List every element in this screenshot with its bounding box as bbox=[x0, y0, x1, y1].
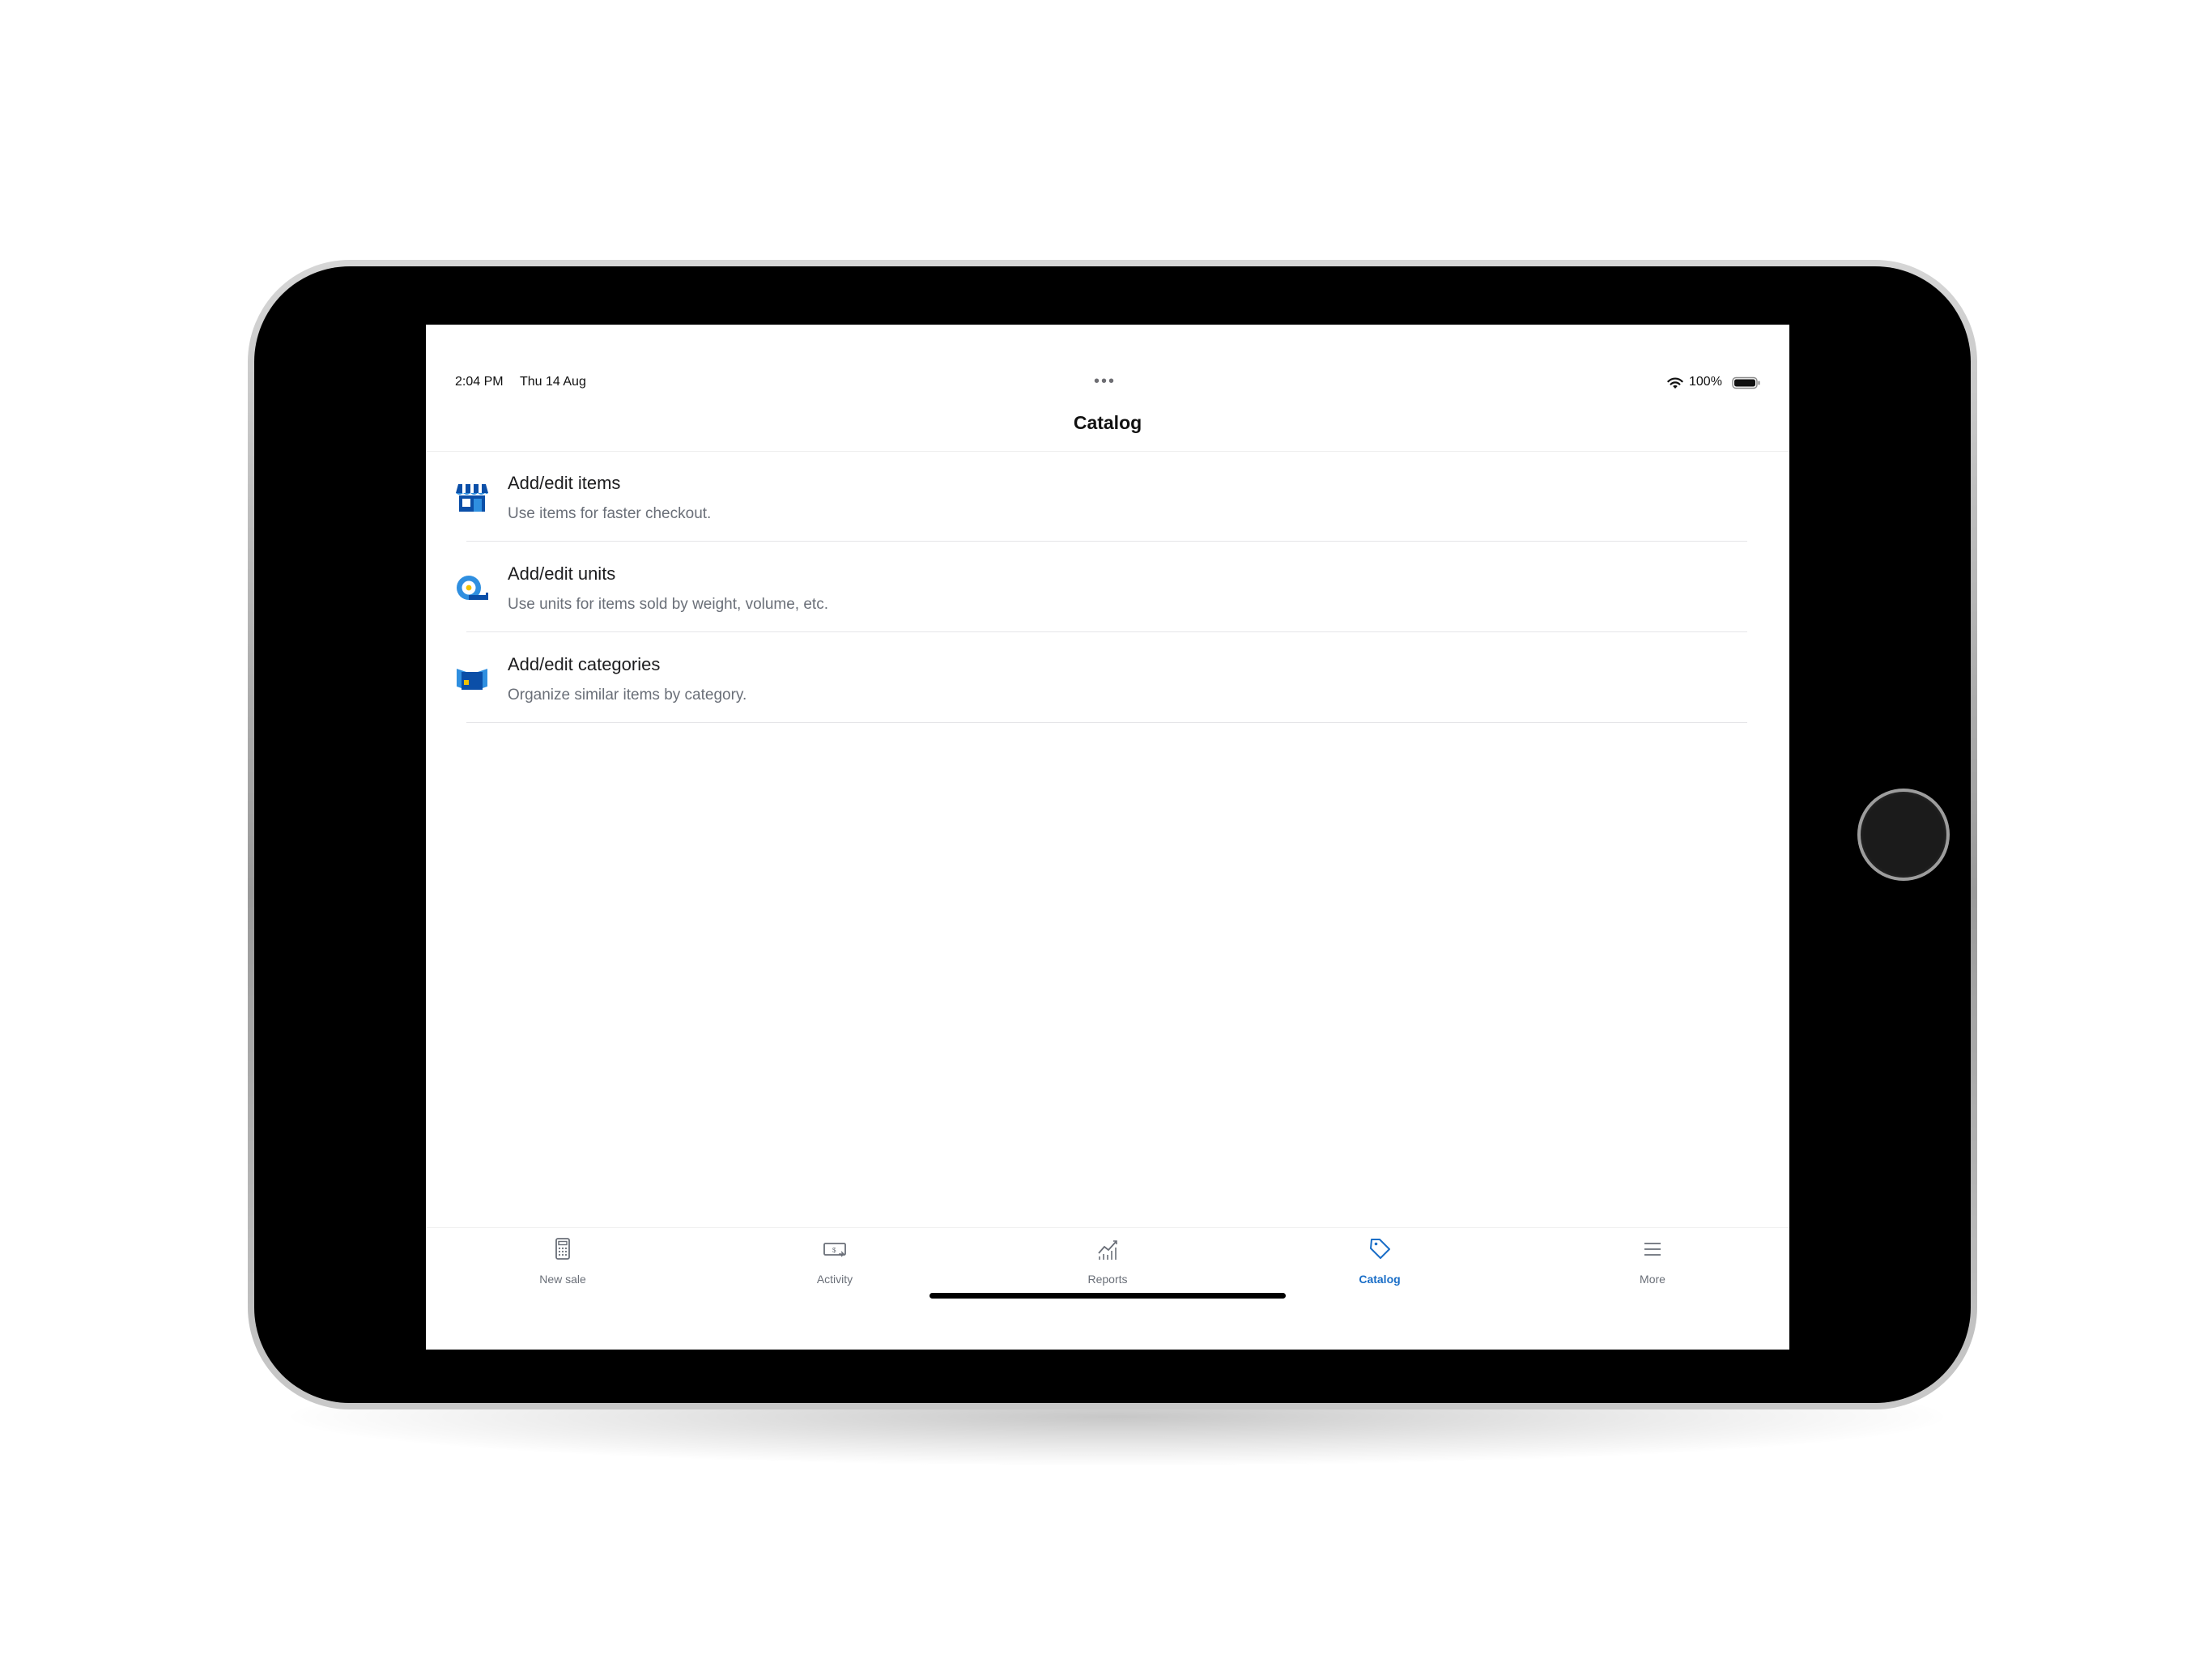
catalog-row-units[interactable]: Add/edit units Use units for items sold … bbox=[426, 542, 1789, 633]
row-subtitle: Use items for faster checkout. bbox=[508, 505, 712, 522]
multitasking-dots-icon[interactable]: ••• bbox=[1094, 373, 1116, 389]
tab-label: Catalog bbox=[1359, 1273, 1401, 1286]
open-box-icon bbox=[457, 669, 487, 690]
tab-activity[interactable]: $ Activity bbox=[754, 1237, 916, 1289]
receipt-icon: $ bbox=[823, 1243, 846, 1257]
catalog-row-items[interactable]: Add/edit items Use items for faster chec… bbox=[426, 452, 1789, 542]
tab-label: New sale bbox=[539, 1273, 586, 1286]
row-title: Add/edit units bbox=[508, 563, 616, 584]
catalog-row-categories[interactable]: Add/edit categories Organize similar ite… bbox=[426, 633, 1789, 724]
app-screen: 2:04 PM Thu 14 Aug ••• 100% Catalog Add/… bbox=[426, 325, 1789, 1350]
svg-text:$: $ bbox=[832, 1247, 836, 1254]
status-date: Thu 14 Aug bbox=[520, 375, 586, 389]
line-chart-icon bbox=[1098, 1240, 1117, 1260]
tab-label: Activity bbox=[816, 1273, 853, 1286]
menu-icon bbox=[1644, 1243, 1661, 1256]
battery-icon bbox=[1732, 376, 1760, 389]
row-title: Add/edit categories bbox=[508, 654, 661, 674]
tab-label: Reports bbox=[1087, 1273, 1128, 1286]
row-divider bbox=[466, 541, 1747, 542]
tape-measure-icon bbox=[457, 576, 488, 600]
home-button[interactable] bbox=[1861, 792, 1946, 878]
battery-percent: 100% bbox=[1689, 375, 1722, 389]
row-subtitle: Organize similar items by category. bbox=[508, 687, 747, 704]
status-bar: 2:04 PM Thu 14 Aug ••• 100% bbox=[426, 325, 1789, 389]
tab-bar: New sale $ Activity Reports Catalog More bbox=[426, 1227, 1789, 1350]
tag-icon bbox=[1370, 1239, 1390, 1259]
home-indicator[interactable] bbox=[929, 1293, 1286, 1299]
tab-catalog[interactable]: Catalog bbox=[1299, 1237, 1461, 1289]
tab-bar-divider bbox=[426, 1227, 1789, 1228]
row-title: Add/edit items bbox=[508, 473, 621, 493]
calculator-icon bbox=[555, 1238, 570, 1260]
row-divider bbox=[466, 631, 1747, 632]
row-subtitle: Use units for items sold by weight, volu… bbox=[508, 596, 828, 613]
tab-new-sale[interactable]: New sale bbox=[482, 1237, 644, 1289]
tab-reports[interactable]: Reports bbox=[1027, 1237, 1189, 1289]
status-time: 2:04 PM bbox=[455, 375, 504, 389]
wifi-icon bbox=[1667, 377, 1683, 389]
row-divider bbox=[466, 722, 1747, 723]
tab-more[interactable]: More bbox=[1572, 1237, 1733, 1289]
storefront-icon bbox=[456, 484, 488, 512]
page-title: Catalog bbox=[1073, 412, 1142, 433]
tab-label: More bbox=[1640, 1273, 1665, 1286]
stage: 2:04 PM Thu 14 Aug ••• 100% Catalog Add/… bbox=[0, 0, 2212, 1658]
